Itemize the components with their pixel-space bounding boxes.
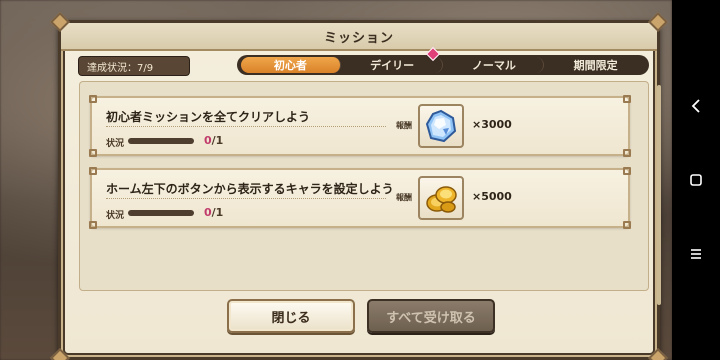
tab-label: デイリー bbox=[370, 59, 415, 72]
crystal-gem-icon bbox=[425, 109, 457, 143]
window-title-bar: ミッション bbox=[61, 23, 657, 51]
card-corner-ornament bbox=[623, 149, 631, 157]
mission-item: ホーム左下のボタンから表示するキャラを設定しよう 状況 0/1 報酬 ×5000 bbox=[89, 167, 631, 229]
reward-item-box[interactable] bbox=[418, 104, 464, 148]
menu-lines-icon bbox=[691, 249, 701, 259]
mission-progress-bar bbox=[128, 138, 194, 144]
card-corner-ornament bbox=[89, 149, 97, 157]
home-button[interactable] bbox=[684, 168, 708, 192]
card-corner-ornament bbox=[89, 167, 97, 175]
mission-item: 初心者ミッションを全てクリアしよう 状況 0/1 報酬 ×3000 bbox=[89, 95, 631, 157]
mission-tabs: 初心者 デイリー ノーマル 期間限定 bbox=[237, 46, 649, 75]
achievement-status-text: 達成状況：7/9 bbox=[87, 62, 154, 74]
card-corner-ornament bbox=[623, 95, 631, 103]
back-triangle-icon bbox=[691, 99, 700, 113]
reward-quantity: ×3000 bbox=[472, 118, 512, 131]
receive-all-button[interactable]: すべて受け取る bbox=[367, 299, 495, 333]
list-scrollbar[interactable] bbox=[657, 85, 661, 305]
tab-normal[interactable]: ノーマル bbox=[445, 57, 545, 73]
card-corner-ornament bbox=[89, 221, 97, 229]
window-title: ミッション bbox=[323, 30, 394, 46]
divider bbox=[106, 126, 386, 127]
recents-button[interactable] bbox=[684, 242, 708, 266]
mission-title: ホーム左下のボタンから表示するキャラを設定しよう bbox=[106, 182, 394, 196]
reward-label: 報酬 bbox=[396, 193, 412, 202]
home-square-icon bbox=[690, 174, 702, 186]
card-corner-ornament bbox=[623, 167, 631, 175]
mission-title: 初心者ミッションを全てクリアしよう bbox=[106, 110, 311, 124]
tab-beginner[interactable]: 初心者 bbox=[241, 57, 341, 73]
status-label: 状況 bbox=[106, 139, 125, 149]
reward-label: 報酬 bbox=[396, 121, 412, 130]
tab-label: ノーマル bbox=[471, 59, 516, 72]
mission-progress-count: 0/1 bbox=[204, 206, 224, 219]
back-button[interactable] bbox=[684, 94, 708, 118]
tab-limited-time[interactable]: 期間限定 bbox=[546, 57, 645, 73]
divider bbox=[106, 198, 386, 199]
close-button[interactable]: 閉じる bbox=[227, 299, 355, 333]
achievement-status-badge: 達成状況：7/9 bbox=[79, 57, 189, 75]
card-corner-ornament bbox=[623, 221, 631, 229]
mission-window: ミッション 達成状況：7/9 初心者 デイリー ノーマル 期間限定 初心者ミッシ… bbox=[50, 12, 668, 360]
gold-coins-icon bbox=[426, 186, 457, 213]
tab-label: 期間限定 bbox=[573, 59, 618, 72]
reward-quantity: ×5000 bbox=[472, 190, 512, 203]
mission-progress-count: 0/1 bbox=[204, 134, 224, 147]
tab-daily[interactable]: デイリー bbox=[343, 46, 443, 73]
receive-all-button-label: すべて受け取る bbox=[386, 310, 476, 326]
reward-item-box[interactable] bbox=[418, 176, 464, 220]
mission-list[interactable]: 初心者ミッションを全てクリアしよう 状況 0/1 報酬 ×3000 ホーム左下の… bbox=[79, 81, 649, 291]
status-label: 状況 bbox=[106, 211, 125, 221]
tab-label: 初心者 bbox=[273, 59, 307, 72]
close-button-label: 閉じる bbox=[271, 310, 311, 326]
mission-progress-bar bbox=[128, 210, 194, 216]
card-corner-ornament bbox=[89, 95, 97, 103]
android-nav-bar bbox=[672, 0, 720, 360]
